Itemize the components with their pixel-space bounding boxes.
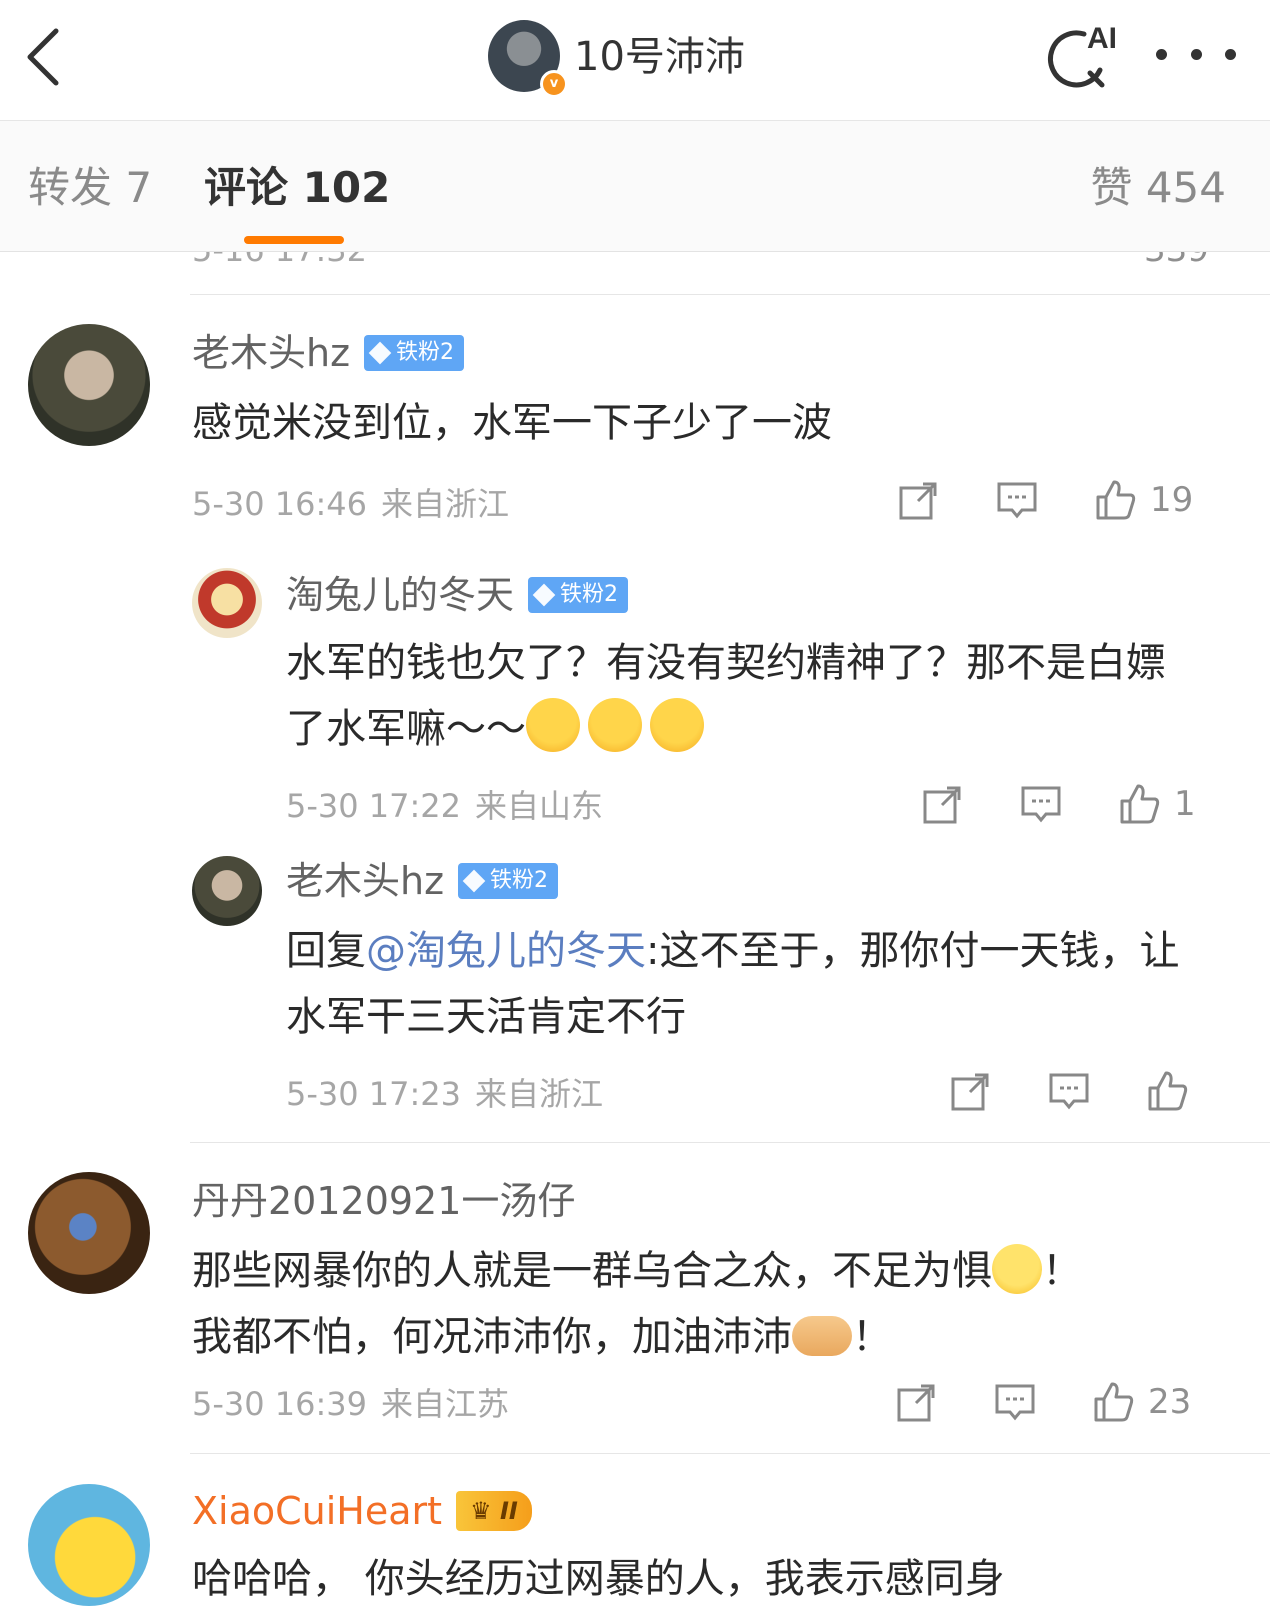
comment-actions: 19: [898, 478, 1198, 522]
diamond-icon: [532, 583, 556, 607]
angry-emoji-icon: [526, 698, 580, 752]
reply-actions: 1: [922, 782, 1222, 826]
mention-link[interactable]: @淘兔儿的冬天: [366, 928, 646, 974]
fan-badge-label: 铁粉2: [396, 340, 455, 365]
comment-icon[interactable]: [994, 1381, 1036, 1423]
username-text: 老木头hz: [286, 859, 445, 903]
comment-text-body: 我都不怕，何况沛沛你，加油沛沛: [192, 1314, 792, 1360]
fan-badge: 铁粉2: [458, 863, 559, 899]
tab-reposts[interactable]: 转发 7: [28, 160, 152, 216]
comment-text-end: ！: [852, 1314, 892, 1360]
angry-emoji-icon: [588, 698, 642, 752]
handshake-emoji-icon: [792, 1316, 852, 1356]
comment-location: 来自浙江: [381, 485, 510, 523]
ai-search-icon: AI: [1048, 22, 1117, 88]
chevron-left-icon: [27, 28, 59, 86]
comment-meta: 5-30 16:39 来自江苏: [192, 1382, 509, 1426]
back-button[interactable]: [14, 22, 74, 92]
reply-time: 5-30 17:23: [286, 1075, 462, 1113]
avatar[interactable]: [28, 1484, 150, 1606]
tab-comments[interactable]: 评论 102: [204, 160, 390, 216]
ai-label: AI: [1087, 22, 1117, 55]
fan-badge-label: 铁粉2: [560, 582, 619, 607]
comment-text: 那些网暴你的人就是一群乌合之众，不足为惧 ！ 我都不怕，何况沛沛你，加油沛沛 ！: [192, 1238, 1252, 1370]
like-icon[interactable]: [1092, 1381, 1134, 1423]
share-icon[interactable]: [896, 1381, 938, 1423]
more-dot: [1225, 48, 1236, 60]
comment-icon[interactable]: [996, 479, 1038, 521]
reply-text: 水军的钱也欠了？有没有契约精神了？那不是白嫖了水军嘛～～: [286, 630, 1186, 762]
crown-icon: ♛: [470, 1497, 500, 1525]
username-text: 淘兔儿的冬天: [286, 573, 515, 617]
avatar[interactable]: [28, 324, 150, 446]
reply-text: 回复@淘兔儿的冬天:这不至于，那你付一天钱，让水军干三天活肯定不行: [286, 918, 1186, 1050]
comment-text-end: ！: [1042, 1248, 1082, 1294]
comment-icon[interactable]: [1048, 1070, 1090, 1112]
divider: [190, 1142, 1270, 1143]
comment-icon[interactable]: [1020, 783, 1062, 825]
avatar[interactable]: [192, 856, 262, 926]
comment-text-line: 那些网暴你的人就是一群乌合之众，不足为惧 ！: [192, 1238, 1252, 1304]
comment-location: 来自江苏: [381, 1385, 510, 1423]
comment-time: 5-30 16:46: [192, 485, 368, 523]
verified-badge: v: [540, 70, 568, 98]
share-icon[interactable]: [898, 479, 940, 521]
divider: [190, 1453, 1270, 1454]
active-tab-indicator: [244, 236, 344, 244]
reply-location: 来自浙江: [475, 1075, 604, 1113]
reply-username[interactable]: 淘兔儿的冬天 铁粉2: [286, 570, 629, 620]
username-text: 丹丹20120921一汤仔: [192, 1179, 576, 1223]
avatar[interactable]: [28, 1172, 150, 1294]
comment-text-line: 我都不怕，何况沛沛你，加油沛沛 ！: [192, 1304, 1252, 1370]
reply-location: 来自山东: [475, 787, 604, 825]
fan-badge: 铁粉2: [528, 577, 629, 613]
vip-crown-badge: ♛ II: [456, 1491, 532, 1531]
comment-meta: 5-30 16:46 来自浙江: [192, 482, 509, 526]
comment-username[interactable]: XiaoCuiHeart ♛ II: [192, 1486, 532, 1536]
reply-username[interactable]: 老木头hz 铁粉2: [286, 856, 559, 906]
reply-text-body: 水军的钱也欠了？有没有契约精神了？那不是白嫖了水军嘛～～: [286, 640, 1166, 752]
username-text: 老木头hz: [192, 331, 351, 375]
reply-time: 5-30 17:22: [286, 787, 462, 825]
like-count: 23: [1148, 1382, 1192, 1422]
username-text: XiaoCuiHeart: [192, 1489, 443, 1533]
tab-likes[interactable]: 赞 454: [1090, 160, 1226, 216]
like-icon[interactable]: [1094, 479, 1136, 521]
diamond-icon: [368, 341, 392, 365]
more-button[interactable]: [1156, 34, 1236, 74]
angry-emoji-icon: [650, 698, 704, 752]
divider: [190, 294, 1270, 295]
comment-time: 5-30 16:39: [192, 1385, 368, 1423]
share-icon[interactable]: [950, 1070, 992, 1112]
comment-username[interactable]: 老木头hz 铁粉2: [192, 328, 465, 378]
comment-actions: 23: [896, 1380, 1196, 1424]
share-icon[interactable]: [922, 783, 964, 825]
reply-meta: 5-30 17:23 来自浙江: [286, 1072, 603, 1116]
like-icon[interactable]: [1118, 783, 1160, 825]
more-dot: [1190, 48, 1202, 60]
smile-emoji-icon: [992, 1244, 1042, 1294]
reply-meta: 5-30 17:22 来自山东: [286, 784, 603, 828]
tab-bar: [0, 121, 1270, 252]
like-count: 1: [1174, 784, 1196, 824]
comment-text-body: 那些网暴你的人就是一群乌合之众，不足为惧: [192, 1248, 992, 1294]
fan-badge: 铁粉2: [364, 335, 465, 371]
avatar[interactable]: [192, 568, 262, 638]
reply-prefix: 回复: [286, 928, 366, 974]
like-count: 19: [1150, 480, 1194, 520]
page-title: 10号沛沛: [574, 34, 745, 80]
ai-search-button[interactable]: AI: [1040, 18, 1120, 92]
reply-actions: [950, 1070, 1210, 1112]
comment-text: 感觉米没到位，水军一下子少了一波: [192, 400, 832, 446]
diamond-icon: [462, 869, 486, 893]
vip-level: II: [499, 1497, 518, 1525]
more-dot: [1156, 48, 1167, 60]
like-icon[interactable]: [1146, 1070, 1188, 1112]
fan-badge-label: 铁粉2: [490, 868, 549, 893]
comment-text: 哈哈哈， 你头经历过网暴的人，我表示感同身: [192, 1556, 1005, 1602]
comment-username[interactable]: 丹丹20120921一汤仔: [192, 1176, 575, 1226]
